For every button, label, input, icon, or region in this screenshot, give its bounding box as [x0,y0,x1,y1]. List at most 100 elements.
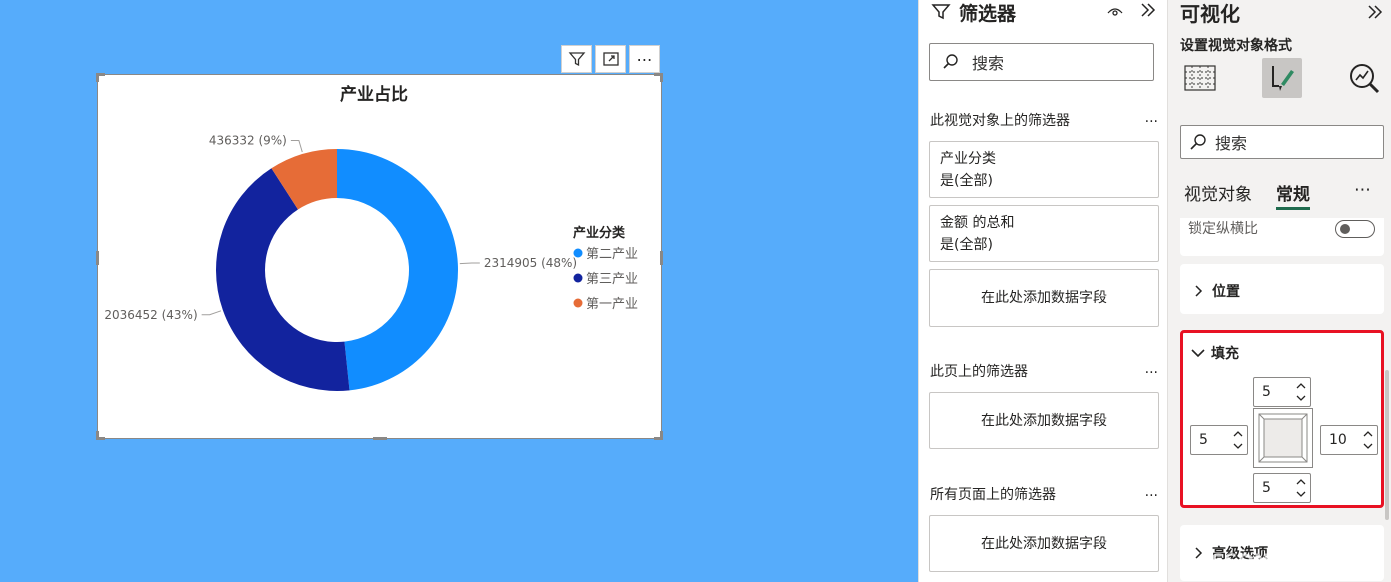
legend-label[interactable]: 第二产业 [586,247,638,262]
visualizations-pane: 可视化 设置视觉对象格式 搜索 视觉对象 常规 ⋯ 锁定纵横比 位置 填充 5 … [1167,0,1391,582]
leader-line [459,262,480,265]
tab-general[interactable]: 常规 [1276,180,1310,210]
donut-slice-2[interactable] [216,168,350,391]
analytics-tab[interactable] [1344,58,1384,98]
leader-line [290,139,303,153]
padding-preview-icon [1253,408,1313,468]
filter-search-input[interactable]: 搜索 [929,43,1154,81]
section-more-button[interactable]: ... [1145,110,1158,130]
viz-pane-title: 可视化 [1180,2,1240,26]
chart-canvas: 产业占比 2314905 (48%) 2036452 (43%) 436332 (9… [104,84,638,391]
lock-aspect-label: 锁定纵横比 [1188,221,1258,237]
eye-icon[interactable] [1106,4,1124,18]
padding-right-spinner[interactable]: 10 [1320,425,1378,455]
build-visual-tab[interactable] [1180,58,1220,98]
chevron-down-icon[interactable] [1232,440,1244,452]
filter-state: 是(全部) [940,173,993,189]
legend-marker[interactable] [573,298,583,308]
format-cards-scroll-area[interactable]: 锁定纵横比 位置 填充 5 5 10 5 高级选项 [1168,218,1391,582]
padding-bottom-spinner[interactable]: 5 [1253,473,1311,503]
legend-label[interactable]: 第三产业 [586,272,638,287]
padding-right-value: 10 [1329,432,1347,448]
section-title: 所有页面上的筛选器 [930,487,1056,503]
add-field-label: 在此处添加数据字段 [981,535,1107,552]
all-pages-filters-section: 所有页面上的筛选器 ... [930,484,1158,504]
chevron-down-icon[interactable] [1295,488,1307,500]
collapse-pane-icon[interactable] [1139,1,1157,19]
filter-card-industry[interactable]: 产业分类 是(全部) [929,141,1159,198]
focus-mode-icon [602,52,619,66]
padding-left-spinner[interactable]: 5 [1190,425,1248,455]
padding-section-title: 填充 [1211,346,1239,362]
format-tabs: 视觉对象 常规 ⋯ [1184,180,1384,212]
section-more-button[interactable]: ... [1145,361,1158,381]
tab-visual[interactable]: 视觉对象 [1184,180,1252,205]
chevron-up-icon[interactable] [1232,428,1244,440]
filter-pane-header: 筛选器 [931,0,1159,25]
chevron-right-icon [1195,547,1203,559]
filter-icon [931,4,951,20]
chevron-up-icon[interactable] [1295,380,1307,392]
padding-left-value: 5 [1199,432,1208,448]
search-placeholder: 搜索 [1215,134,1248,153]
viz-search-input[interactable]: 搜索 [1180,125,1384,159]
watermark-text: CSDN @神洛华 [1210,550,1353,572]
focus-mode-button[interactable] [595,45,626,73]
chart-title: 产业占比 [340,84,408,105]
report-canvas[interactable]: ⋯ 产业占比 2314905 (48%) 2036452 (43%) 436332 … [0,0,918,582]
format-paintbrush-icon [1272,66,1294,91]
padding-top-spinner[interactable]: 5 [1253,377,1311,407]
legend-marker[interactable] [573,273,583,283]
search-placeholder: 搜索 [972,54,1005,73]
table-grid-icon [1184,65,1216,91]
format-visual-tab[interactable] [1262,58,1302,98]
data-label: 2314905 (48%) [484,256,577,270]
filter-field-name: 金额 的总和 [940,215,1015,231]
add-data-field-page[interactable]: 在此处添加数据字段 [929,392,1159,449]
section-more-button[interactable]: ... [1145,484,1158,504]
legend-marker[interactable] [573,248,583,258]
chevron-down-icon [1191,349,1205,358]
add-data-field-all-pages[interactable]: 在此处添加数据字段 [929,515,1159,572]
position-card[interactable]: 位置 [1180,264,1384,314]
scrollbar-thumb[interactable] [1385,370,1389,520]
add-data-field-visual[interactable]: 在此处添加数据字段 [929,269,1159,327]
analytics-icon [1350,64,1380,94]
legend-title: 产业分类 [573,225,626,241]
filter-pane-title: 筛选器 [959,2,1017,25]
page-filters-section: 此页上的筛选器 ... [930,361,1158,381]
collapse-pane-icon[interactable] [1366,3,1384,21]
chevron-down-icon[interactable] [1362,440,1374,452]
data-label: 436332 (9%) [209,133,287,147]
visual-header-toolbar: ⋯ [561,45,660,73]
add-field-label: 在此处添加数据字段 [981,290,1107,306]
chevron-down-icon[interactable] [1295,392,1307,404]
lock-aspect-toggle[interactable] [1335,220,1375,238]
legend-label[interactable]: 第一产业 [586,297,638,312]
chevron-right-icon [1195,285,1203,297]
filter-state: 是(全部) [940,237,993,253]
tab-more-button[interactable]: ⋯ [1354,180,1371,200]
padding-card[interactable]: 填充 5 5 10 5 [1180,330,1384,508]
chevron-up-icon[interactable] [1295,476,1307,488]
donut-slice-1[interactable] [337,149,458,391]
section-title: 此页上的筛选器 [930,364,1028,380]
properties-card: 锁定纵横比 [1180,218,1384,256]
filter-field-name: 产业分类 [940,151,996,167]
donut-slices [216,149,458,391]
filter-card-amount[interactable]: 金额 的总和 是(全部) [929,205,1159,262]
data-label: 2036452 (43%) [104,308,197,322]
leader-line [201,310,222,316]
visual-filters-section: 此视觉对象上的筛选器 ... [930,110,1158,130]
padding-top-value: 5 [1262,384,1271,400]
format-visual-subtitle: 设置视觉对象格式 [1180,38,1292,54]
filter-pane: 筛选器 搜索 此视觉对象上的筛选器 ... 产业分类 是(全部) 金额 的总和 … [918,0,1167,582]
add-field-label: 在此处添加数据字段 [981,412,1107,429]
visual-filter-button[interactable] [561,45,592,73]
donut-chart-visual[interactable]: 产业占比 2314905 (48%) 2036452 (43%) 436332 (9… [96,73,663,440]
padding-bottom-value: 5 [1262,480,1271,496]
search-icon [1190,134,1206,150]
more-options-button[interactable]: ⋯ [629,45,660,73]
position-section-title: 位置 [1212,284,1240,300]
chevron-up-icon[interactable] [1362,428,1374,440]
